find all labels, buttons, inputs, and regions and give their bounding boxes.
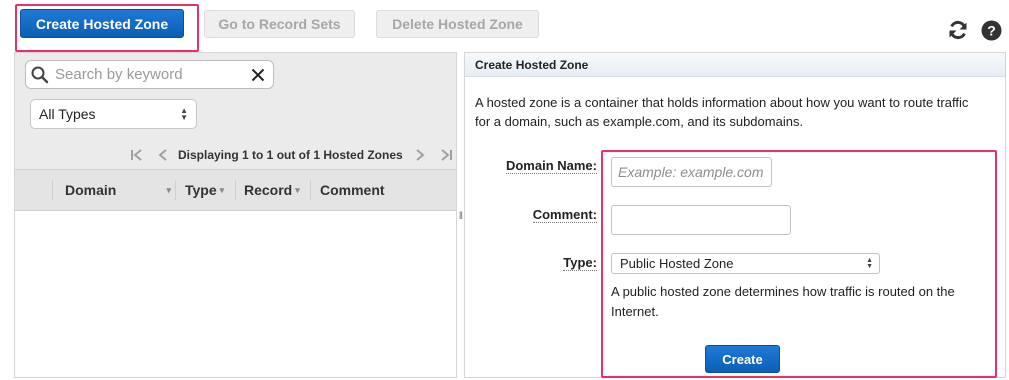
pager: Displaying 1 to 1 out of 1 Hosted Zones — [128, 145, 455, 165]
column-record[interactable]: Record ▾ — [244, 170, 314, 210]
domain-name-label: Domain Name: — [505, 158, 597, 174]
column-type[interactable]: Type ▾ — [185, 170, 237, 210]
sort-caret-icon: ▾ — [295, 184, 300, 195]
zone-type-value: Public Hosted Zone — [620, 256, 734, 271]
column-domain-label: Domain — [65, 182, 117, 198]
column-type-label: Type — [185, 182, 217, 198]
type-filter-value: All Types — [39, 106, 96, 122]
updown-arrows-icon: ▲ ▼ — [180, 106, 188, 122]
create-hosted-zone-label: Create Hosted Zone — [35, 15, 169, 32]
create-zone-panel-title: Create Hosted Zone — [475, 57, 589, 72]
svg-text:?: ? — [987, 22, 996, 38]
create-button-label: Create — [722, 351, 763, 367]
column-domain[interactable]: Domain ▾ — [65, 170, 175, 210]
search-input[interactable] — [55, 62, 245, 87]
search-icon — [29, 64, 51, 86]
first-page-icon[interactable] — [128, 148, 146, 162]
create-button[interactable]: Create — [705, 345, 780, 373]
pager-text: Displaying 1 to 1 out of 1 Hosted Zones — [178, 148, 403, 162]
refresh-icon[interactable] — [946, 18, 970, 42]
go-to-record-sets-label: Go to Record Sets — [218, 16, 341, 32]
zone-type-description: A public hosted zone determines how traf… — [611, 284, 955, 319]
delete-hosted-zone-button[interactable]: Delete Hosted Zone — [376, 10, 539, 38]
go-to-record-sets-button[interactable]: Go to Record Sets — [204, 10, 355, 38]
comment-label: Comment: — [532, 207, 597, 223]
updown-arrows-icon: ▲ ▼ — [866, 256, 873, 270]
column-comment-label: Comment — [320, 182, 385, 198]
search-box[interactable] — [25, 60, 274, 89]
hosted-zone-description: A hosted zone is a container that holds … — [475, 95, 969, 129]
column-comment[interactable]: Comment — [320, 170, 430, 210]
splitter-grip-icon: ‖ — [458, 211, 464, 222]
column-record-label: Record — [244, 182, 293, 198]
zones-table-header: Domain ▾ Type ▾ Record ▾ Comment — [15, 169, 456, 211]
last-page-icon[interactable] — [437, 148, 455, 162]
sort-caret-icon: ▾ — [219, 184, 225, 195]
comment-input[interactable] — [611, 205, 791, 235]
domain-name-input[interactable] — [611, 157, 772, 187]
delete-hosted-zone-label: Delete Hosted Zone — [392, 16, 523, 32]
sort-caret-icon: ▾ — [166, 184, 171, 195]
zone-type-select[interactable]: Public Hosted Zone ▲ ▼ — [611, 253, 880, 274]
create-hosted-zone-button[interactable]: Create Hosted Zone — [20, 9, 184, 38]
clear-icon[interactable] — [247, 64, 269, 86]
help-icon[interactable]: ? — [979, 18, 1003, 42]
prev-page-icon[interactable] — [154, 148, 172, 162]
next-page-icon[interactable] — [411, 148, 429, 162]
type-filter-select[interactable]: All Types ▲ ▼ — [30, 99, 197, 129]
create-zone-panel-header: Create Hosted Zone — [465, 53, 1005, 77]
type-label: Type: — [563, 255, 597, 271]
